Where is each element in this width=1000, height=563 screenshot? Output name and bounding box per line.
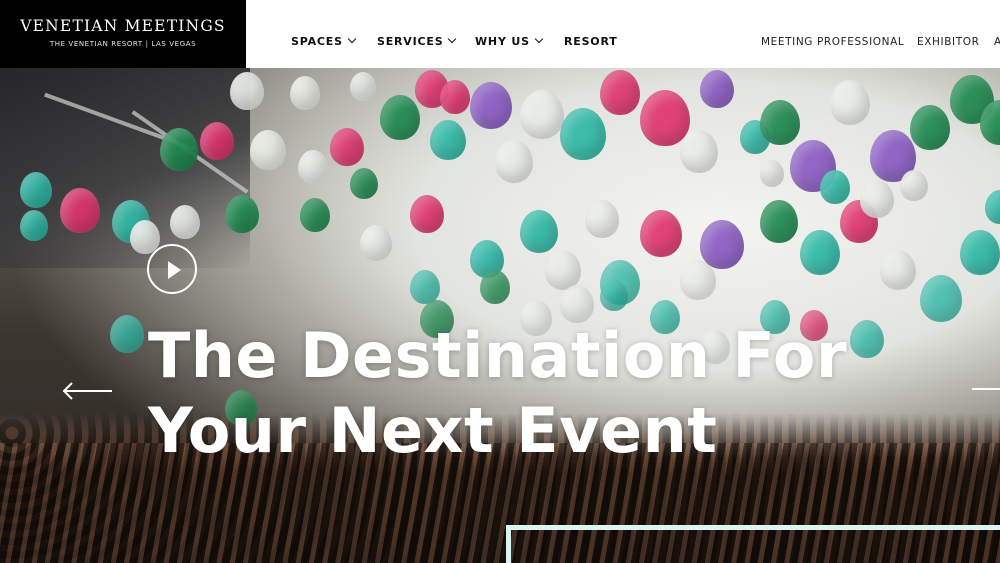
nav-item-resort[interactable]: RESORT xyxy=(564,35,618,48)
balloon xyxy=(880,250,916,290)
balloon xyxy=(298,150,328,184)
balloon xyxy=(200,122,234,160)
balloon xyxy=(960,230,1000,275)
arrow-right-icon[interactable] xyxy=(972,388,1000,394)
chevron-down-icon xyxy=(448,34,457,44)
balloon xyxy=(760,200,798,243)
balloon xyxy=(440,80,470,114)
balloon xyxy=(585,200,619,238)
nav-item-services[interactable]: SERVICES xyxy=(377,34,457,48)
balloon xyxy=(830,80,870,125)
play-video-button[interactable] xyxy=(147,244,197,294)
balloon xyxy=(760,160,784,187)
balloon xyxy=(230,72,264,110)
balloon xyxy=(680,130,718,173)
brand-subtitle: THE VENETIAN RESORT | LAS VEGAS xyxy=(49,40,197,48)
balloon xyxy=(910,105,950,150)
hero-headline: The Destination For Your Next Event xyxy=(148,318,908,468)
balloon xyxy=(700,70,734,108)
balloon xyxy=(520,90,564,139)
balloon xyxy=(430,120,466,160)
balloon xyxy=(860,180,894,218)
balloon xyxy=(360,225,392,261)
chevron-down-icon xyxy=(534,34,544,44)
balloon xyxy=(170,205,200,239)
nav-exhibitor[interactable]: EXHIBITOR xyxy=(917,36,980,48)
nav-label: RESORT xyxy=(564,35,618,48)
balloon xyxy=(600,280,628,311)
balloon xyxy=(600,70,640,115)
nav-item-why-us[interactable]: WHY US xyxy=(475,34,544,48)
balloon xyxy=(920,275,962,322)
balloon xyxy=(350,72,376,101)
balloon xyxy=(800,230,840,275)
balloon xyxy=(700,220,744,269)
balloon xyxy=(350,168,378,199)
nav-label: SPACES xyxy=(291,35,343,48)
balloon xyxy=(290,76,320,110)
balloon xyxy=(520,210,558,253)
balloon xyxy=(560,108,606,160)
balloon xyxy=(985,190,1000,224)
balloon xyxy=(545,250,581,290)
balloon xyxy=(410,195,444,233)
balloon xyxy=(330,128,364,166)
balloon xyxy=(20,172,52,208)
headline-line-1: The Destination For xyxy=(148,319,848,392)
balloon xyxy=(60,188,100,233)
balloon xyxy=(250,130,286,170)
balloon xyxy=(820,170,850,204)
arrow-left-icon[interactable] xyxy=(62,382,114,400)
balloon xyxy=(410,270,440,304)
content-card-frame xyxy=(506,525,1000,563)
hero-banner: The Destination For Your Next Event xyxy=(0,0,1000,563)
nav-utility-cut-off[interactable]: A xyxy=(994,36,1000,48)
balloon xyxy=(380,95,420,140)
nav-meeting-professional[interactable]: MEETING PROFESSIONAL xyxy=(761,36,904,48)
balloon xyxy=(480,270,510,304)
brand-title: VENETIAN MEETINGS xyxy=(20,17,226,35)
balloon xyxy=(470,82,512,129)
balloon xyxy=(760,100,800,145)
balloon xyxy=(160,128,198,171)
nav-item-spaces[interactable]: SPACES xyxy=(291,34,357,48)
brand-logo[interactable]: VENETIAN MEETINGS THE VENETIAN RESORT | … xyxy=(0,0,246,68)
balloon xyxy=(640,210,682,257)
balloon xyxy=(225,195,259,233)
balloon xyxy=(900,170,928,201)
nav-label: WHY US xyxy=(475,35,530,48)
chevron-down-icon xyxy=(347,34,357,44)
balloon xyxy=(300,198,330,232)
nav-label: SERVICES xyxy=(377,35,444,48)
balloon xyxy=(640,90,690,146)
play-icon xyxy=(168,261,181,279)
balloon xyxy=(110,315,144,353)
balloon xyxy=(495,140,533,183)
balloon xyxy=(20,210,48,241)
top-navigation: VENETIAN MEETINGS THE VENETIAN RESORT | … xyxy=(0,0,1000,68)
headline-line-2: Your Next Event xyxy=(148,394,718,467)
